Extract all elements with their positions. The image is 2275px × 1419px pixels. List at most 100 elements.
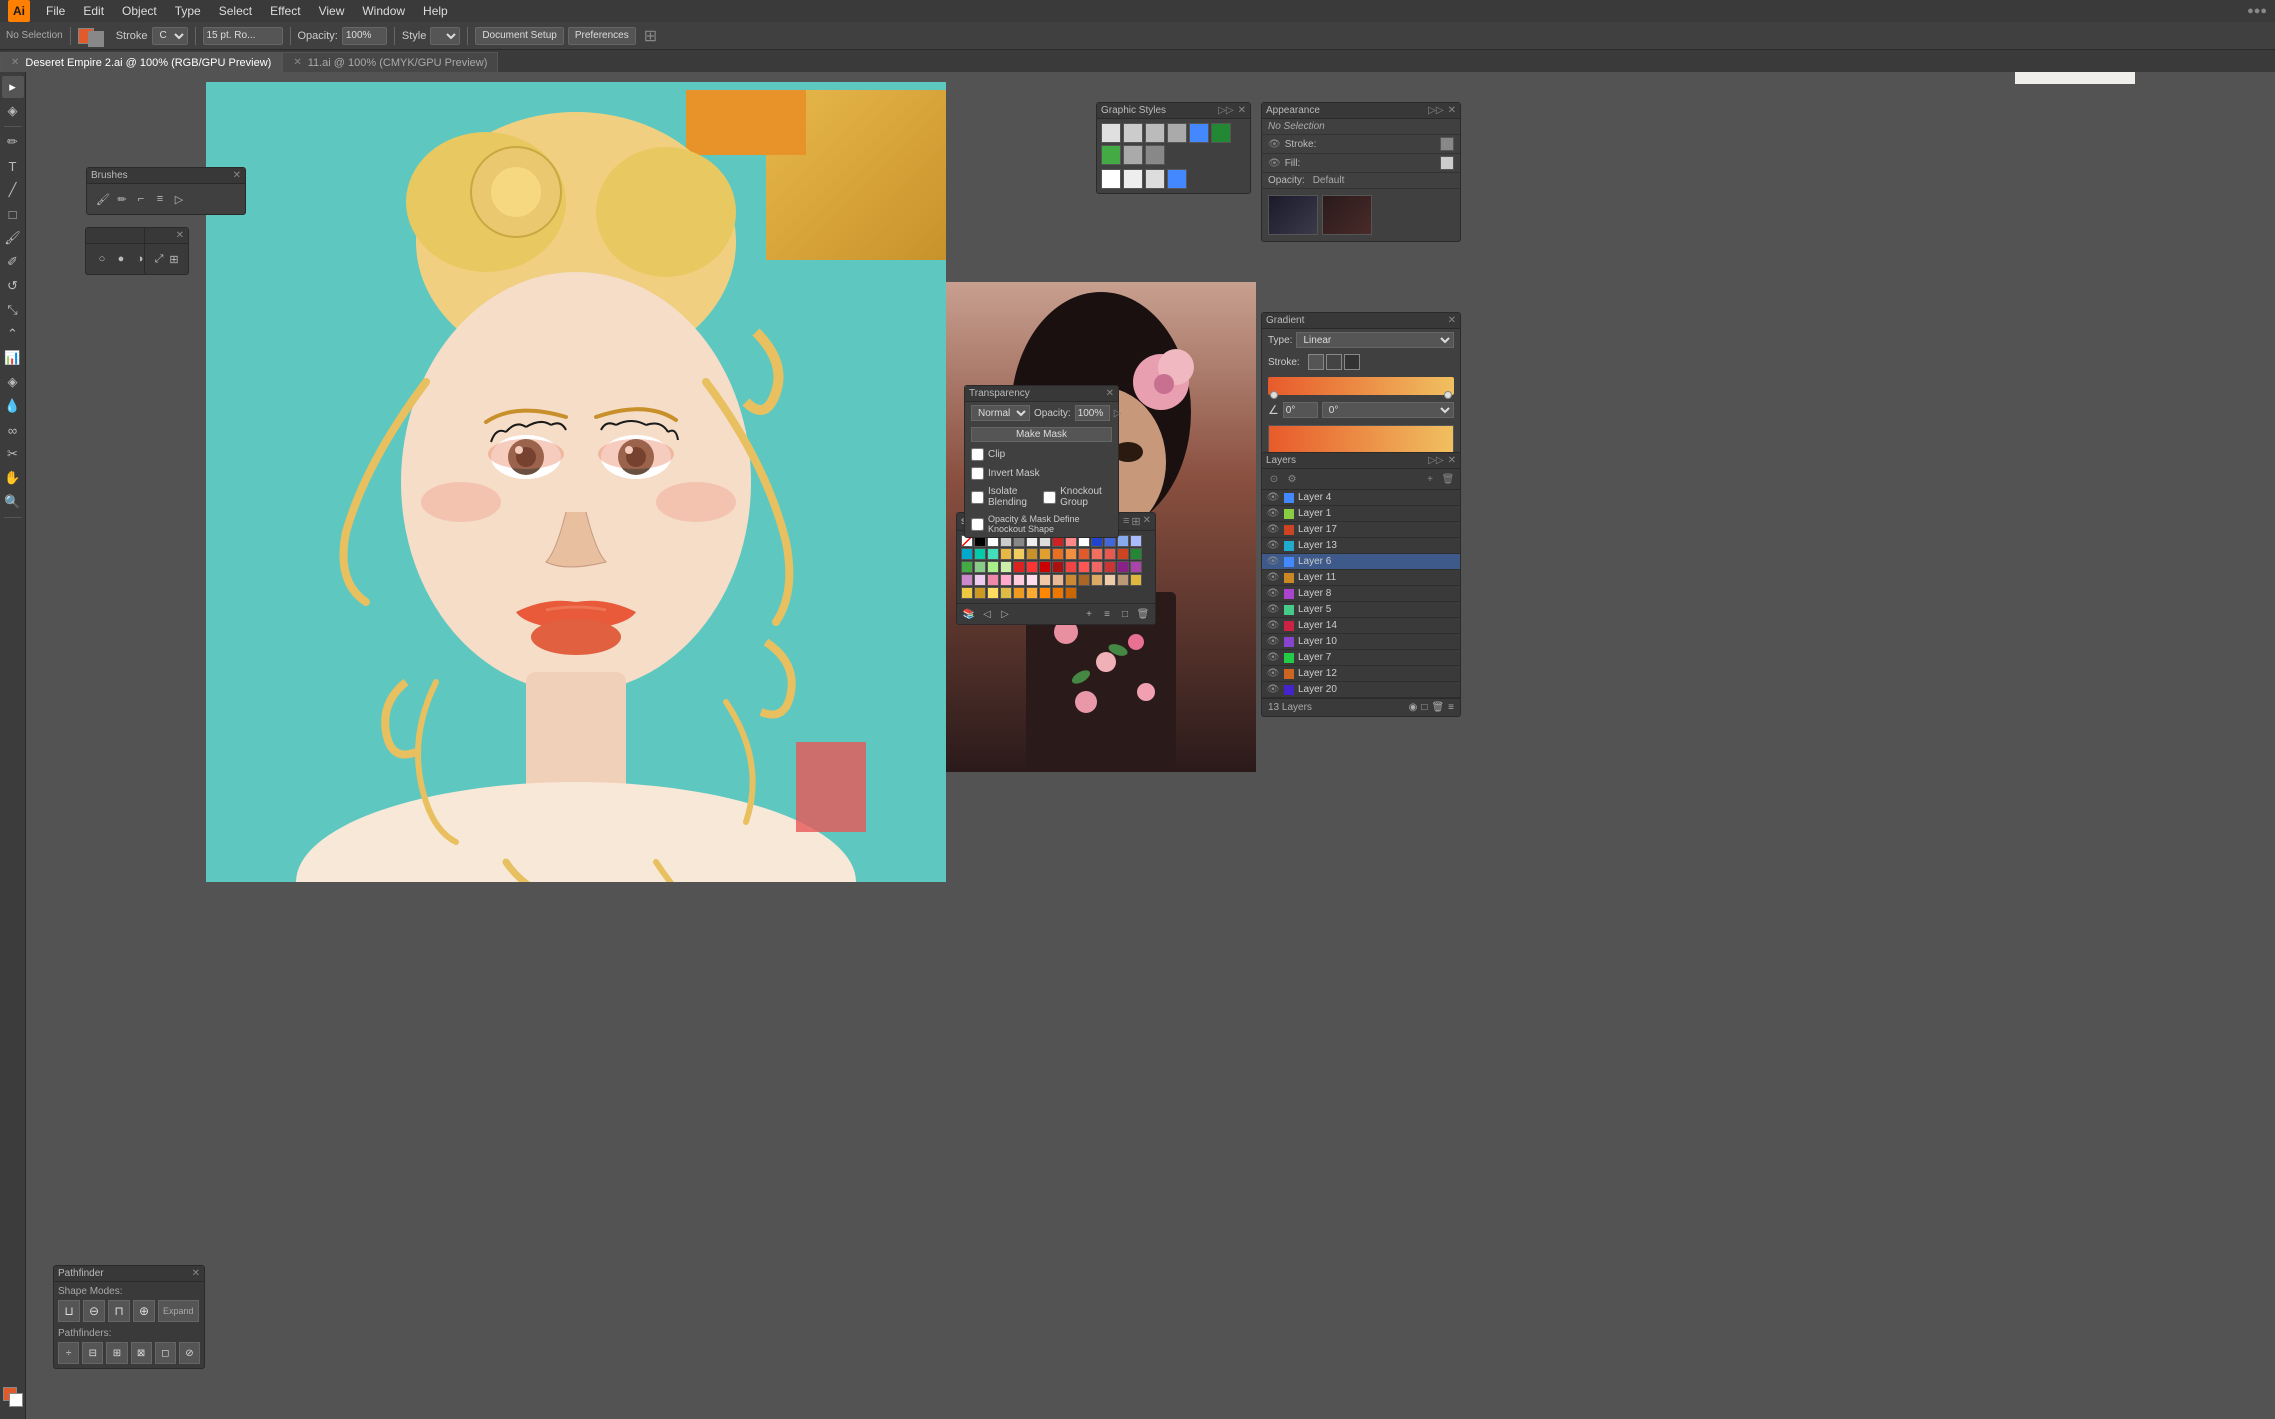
sw-rose3[interactable] <box>1091 561 1103 573</box>
layer-row-8[interactable]: 👁 Layer 8 <box>1262 586 1460 602</box>
unite-btn[interactable]: ⊔ <box>58 1300 80 1322</box>
gradient-stop-right[interactable] <box>1444 391 1452 399</box>
minus-front-btn[interactable]: ⊖ <box>83 1300 105 1322</box>
gradient-type-select[interactable]: Linear <box>1296 332 1454 348</box>
gradient-stop-left[interactable] <box>1270 391 1278 399</box>
outline-btn[interactable]: ◻ <box>155 1342 176 1364</box>
swatches-prev-btn[interactable]: ◁ <box>979 606 995 622</box>
tab-document-2[interactable]: ✕ 11.ai @ 100% (CMYK/GPU Preview) <box>282 52 498 72</box>
layer-14-eye[interactable]: 👁 <box>1266 620 1280 631</box>
tool-opt-fill-icon[interactable]: ● <box>113 251 129 267</box>
make-mask-row[interactable]: Make Mask <box>965 424 1118 445</box>
sw-gold3[interactable] <box>1130 574 1142 586</box>
menu-type[interactable]: Type <box>167 2 209 20</box>
pathfinder-header[interactable]: Pathfinder ✕ <box>54 1266 204 1282</box>
layer-5-eye[interactable]: 👁 <box>1266 604 1280 615</box>
artwork-canvas[interactable] <box>206 82 946 882</box>
locate-object-icon[interactable]: ⊙ <box>1266 471 1282 487</box>
gs-swatch-5[interactable] <box>1189 123 1209 143</box>
tool-type[interactable]: T <box>2 155 24 177</box>
tool-scissors[interactable]: ✂ <box>2 443 24 465</box>
gradient-angle-input[interactable] <box>1283 402 1318 418</box>
trim-btn[interactable]: ⊟ <box>82 1342 103 1364</box>
gradient-header[interactable]: Gradient ✕ <box>1262 313 1460 329</box>
brush-icon-1[interactable]: 🖌 <box>95 191 111 207</box>
sw-purple2[interactable] <box>1130 561 1142 573</box>
sw-gold7[interactable] <box>1000 587 1012 599</box>
swatches-next-btn[interactable]: ▷ <box>997 606 1013 622</box>
sw-ltgreen2[interactable] <box>987 561 999 573</box>
fill-color-box[interactable] <box>1440 156 1454 170</box>
tool-paintbrush[interactable]: 🖌 <box>2 227 24 249</box>
close-icon-2[interactable]: ✕ <box>293 57 301 68</box>
transparency-header[interactable]: Transparency ✕ <box>965 386 1118 402</box>
brush-panel-header[interactable]: Brushes ✕ <box>87 168 245 184</box>
graphic-styles-close[interactable]: ✕ <box>1238 105 1246 116</box>
sw-warm3[interactable] <box>1091 574 1103 586</box>
stroke-visibility-icon[interactable]: 👁 <box>1268 139 1281 150</box>
tool-opt-2-header[interactable]: ✕ <box>145 228 188 244</box>
sw-orange2[interactable] <box>1065 548 1077 560</box>
tab-document-1[interactable]: ✕ Deseret Empire 2.ai @ 100% (RGB/GPU Pr… <box>0 52 282 72</box>
sw-warm5[interactable] <box>1117 574 1129 586</box>
fg-bg-colors[interactable] <box>3 1387 23 1407</box>
document-setup-button[interactable]: Document Setup <box>475 27 564 45</box>
layer-row-5[interactable]: 👁 Layer 5 <box>1262 602 1460 618</box>
tool-rotate[interactable]: ↺ <box>2 275 24 297</box>
tool-select[interactable]: ▸ <box>2 76 24 98</box>
appearance-close[interactable]: ✕ <box>1448 105 1456 116</box>
workspace-icon[interactable]: ⊞ <box>644 26 657 46</box>
layer-row-11[interactable]: 👁 Layer 11 <box>1262 570 1460 586</box>
clip-checkbox[interactable] <box>971 448 984 461</box>
sw-rose2[interactable] <box>1078 561 1090 573</box>
gradient-stroke-opt3[interactable] <box>1344 354 1360 370</box>
layers-new-layer-icon[interactable]: □ <box>1421 702 1427 713</box>
stroke-swatch[interactable] <box>88 31 104 47</box>
brush-icon-3[interactable]: ⌐ <box>133 191 149 207</box>
knockout-checkbox[interactable] <box>1043 491 1056 504</box>
tool-pen[interactable]: ✏ <box>2 131 24 153</box>
menu-view[interactable]: View <box>311 2 353 20</box>
appearance-stroke-row[interactable]: 👁 Stroke: <box>1262 135 1460 154</box>
sw-purple1[interactable] <box>1117 561 1129 573</box>
layer-11-eye[interactable]: 👁 <box>1266 572 1280 583</box>
tool-graph[interactable]: 📊 <box>2 347 24 369</box>
sw-gold1[interactable] <box>1026 548 1038 560</box>
sw-green1[interactable] <box>1130 548 1142 560</box>
merge-btn[interactable]: ⊞ <box>106 1342 127 1364</box>
swatches-new-btn[interactable]: □ <box>1117 606 1133 622</box>
tool-rect[interactable]: □ <box>2 203 24 225</box>
tool-opt-2-close[interactable]: ✕ <box>176 230 184 241</box>
crop-btn[interactable]: ⊠ <box>131 1342 152 1364</box>
layers-expand[interactable]: ▷▷ <box>1428 455 1443 466</box>
sw-red3[interactable] <box>1026 561 1038 573</box>
appearance-expand[interactable]: ▷▷ <box>1428 105 1443 116</box>
fill-visibility-icon[interactable]: 👁 <box>1268 158 1281 169</box>
layer-row-1[interactable]: 👁 Layer 1 <box>1262 506 1460 522</box>
layers-add-icon[interactable]: + <box>1422 471 1438 487</box>
tool-scale[interactable]: ⤡ <box>2 299 24 321</box>
layers-make-visible-icon[interactable]: ◉ <box>1409 702 1418 713</box>
stroke-color-box[interactable] <box>1440 137 1454 151</box>
close-icon-1[interactable]: ✕ <box>11 57 19 68</box>
blend-mode-select[interactable]: Normal <box>971 405 1030 421</box>
layer-row-13[interactable]: 👁 Layer 13 <box>1262 538 1460 554</box>
sw-red4[interactable] <box>1039 561 1051 573</box>
layers-options-icon[interactable]: ≡ <box>1448 702 1454 713</box>
gs-swatch-6[interactable] <box>1211 123 1231 143</box>
tool-warp[interactable]: ⌃ <box>2 323 24 345</box>
layer-10-eye[interactable]: 👁 <box>1266 636 1280 647</box>
opacity-chevron[interactable]: ▷ <box>1114 408 1122 419</box>
layers-settings-icon[interactable]: ⚙ <box>1284 471 1300 487</box>
swatches-close[interactable]: ✕ <box>1143 515 1151 528</box>
minus-back-btn[interactable]: ⊘ <box>179 1342 200 1364</box>
intersect-btn[interactable]: ⊓ <box>108 1300 130 1322</box>
sw-ltpurple1[interactable] <box>961 574 973 586</box>
opacity-input[interactable] <box>342 27 387 45</box>
layer-row-12[interactable]: 👁 Layer 12 <box>1262 666 1460 682</box>
sw-skin1[interactable] <box>1039 574 1051 586</box>
gs-swatch-10[interactable] <box>1101 169 1121 189</box>
gs-swatch-13[interactable] <box>1167 169 1187 189</box>
gs-swatch-1[interactable] <box>1101 123 1121 143</box>
sw-crimson1[interactable] <box>1052 561 1064 573</box>
